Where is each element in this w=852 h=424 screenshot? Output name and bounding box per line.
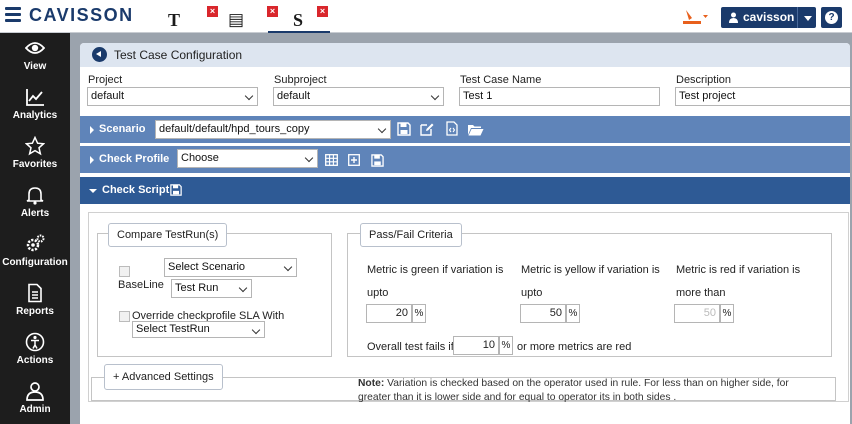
scenario-select[interactable]: default/default/hpd_tours_copy [155, 120, 391, 139]
sidebar-item-label: Analytics [12, 110, 58, 121]
text-tab-icon: T [168, 10, 181, 30]
yellow-label-2: upto [521, 287, 543, 299]
check-profile-select[interactable]: Choose [177, 149, 318, 168]
check-profile-title: Check Profile [99, 153, 170, 165]
select-testrun-select[interactable]: Select TestRun [132, 321, 265, 338]
bell-icon [26, 187, 44, 205]
theme-brush-icon[interactable] [680, 7, 710, 27]
sidebar-item-label: Configuration [2, 257, 68, 268]
chart-line-icon [26, 89, 44, 106]
collapse-icon [89, 189, 97, 193]
script-tab-icon: S [293, 10, 304, 30]
edit-icon[interactable] [420, 122, 434, 136]
green-label: Metric is green if variation is [367, 264, 504, 276]
help-button[interactable]: ? [821, 7, 842, 28]
actions-icon [25, 332, 45, 352]
sidebar-item-analytics[interactable]: Analytics [0, 82, 70, 131]
doc-tab-icon: ▤ [228, 10, 245, 29]
test-run-select[interactable]: Test Run [171, 279, 252, 298]
sidebar-item-configuration[interactable]: Configuration [0, 229, 70, 278]
check-script-bar[interactable]: Check Script [80, 177, 850, 204]
red-pct-unit: % [720, 304, 734, 323]
overall-pct-unit: % [499, 336, 513, 355]
note-line-2: greater than it is lower side and for eq… [358, 392, 677, 403]
description-label: Description [676, 74, 732, 86]
close-icon[interactable]: × [207, 6, 218, 17]
project-select[interactable]: default [87, 87, 258, 106]
report-icon [28, 283, 42, 303]
expand-icon [90, 156, 94, 164]
sidebar-item-label: Alerts [20, 208, 50, 219]
star-icon [25, 136, 45, 156]
overall-fail-suffix: or more metrics are red [517, 341, 632, 353]
sidebar-item-view[interactable]: View [0, 33, 70, 82]
sidebar-item-label: Admin [19, 404, 51, 415]
sidebar-item-actions[interactable]: Actions [0, 327, 70, 376]
expand-icon [90, 126, 94, 134]
tab-text[interactable]: T × [160, 4, 220, 33]
help-icon: ? [825, 11, 838, 24]
eye-icon [25, 42, 45, 54]
user-name: cavisson [743, 10, 795, 24]
logo: CAVISSON [29, 5, 134, 25]
scenario-title: Scenario [99, 123, 146, 135]
yellow-threshold-input[interactable]: 50 [520, 304, 566, 323]
note-line-1: Variation is checked based on the operat… [384, 378, 789, 389]
user-icon [26, 382, 44, 401]
select-scenario-select[interactable]: Select Scenario [164, 258, 297, 277]
user-dropdown-button[interactable] [797, 7, 816, 28]
green-threshold-input[interactable]: 20 [366, 304, 412, 323]
overall-fail-label: Overall test fails if [367, 341, 454, 353]
override-sla-checkbox[interactable] [119, 311, 130, 322]
pass-fail-criteria-legend: Pass/Fail Criteria [360, 223, 462, 247]
sidebar-item-label: View [23, 61, 47, 72]
baseline-checkbox[interactable] [119, 266, 130, 277]
baseline-label: BaseLine [118, 279, 164, 291]
sidebar-item-label: Reports [16, 306, 54, 317]
user-menu-button[interactable]: cavisson [721, 7, 797, 28]
yellow-pct-unit: % [566, 304, 580, 323]
advanced-settings-button[interactable]: + Advanced Settings [104, 364, 223, 390]
sidebar-item-favorites[interactable]: Favorites [0, 131, 70, 180]
note-prefix: Note: [358, 378, 385, 389]
page-title: Test Case Configuration [114, 48, 243, 62]
testcase-label: Test Case Name [460, 74, 542, 86]
testcase-name-input[interactable]: Test 1 [459, 87, 660, 106]
note-text: Note: Variation is checked based on the … [358, 377, 828, 405]
back-button[interactable] [92, 47, 107, 62]
subproject-select[interactable]: default [273, 87, 444, 106]
pass-fail-criteria-box [347, 233, 832, 357]
description-input[interactable]: Test project [675, 87, 850, 106]
subproject-label: Subproject [274, 74, 327, 86]
sidebar-item-admin[interactable]: Admin [0, 376, 70, 424]
tab-script[interactable]: S × [268, 4, 330, 33]
green-pct-unit: % [412, 304, 426, 323]
save-icon[interactable] [397, 122, 411, 136]
yellow-label: Metric is yellow if variation is [521, 264, 660, 276]
green-label-2: upto [367, 287, 389, 299]
project-label: Project [88, 74, 123, 86]
gears-icon [26, 234, 45, 252]
sidebar-item-label: Favorites [12, 159, 58, 170]
close-icon[interactable]: × [317, 6, 328, 17]
sidebar: View Analytics Favorites Alerts Configur… [0, 33, 70, 424]
sidebar-item-alerts[interactable]: Alerts [0, 180, 70, 229]
open-folder-icon[interactable] [467, 123, 484, 136]
compare-testrun-legend: Compare TestRun(s) [108, 223, 228, 247]
table-icon[interactable] [325, 154, 338, 166]
add-box-icon[interactable] [348, 154, 360, 166]
sidebar-item-reports[interactable]: Reports [0, 278, 70, 327]
menu-icon[interactable] [5, 7, 21, 23]
save-icon[interactable] [371, 154, 384, 167]
red-label-2: more than [676, 287, 726, 299]
save-icon[interactable] [170, 184, 182, 196]
check-script-title: Check Script [102, 184, 170, 196]
code-file-icon[interactable] [445, 121, 459, 136]
overall-fail-input[interactable]: 10 [453, 336, 499, 355]
red-threshold-input[interactable]: 50 [674, 304, 720, 323]
red-label: Metric is red if variation is [676, 264, 801, 276]
sidebar-item-label: Actions [16, 355, 54, 366]
user-icon [729, 12, 738, 23]
